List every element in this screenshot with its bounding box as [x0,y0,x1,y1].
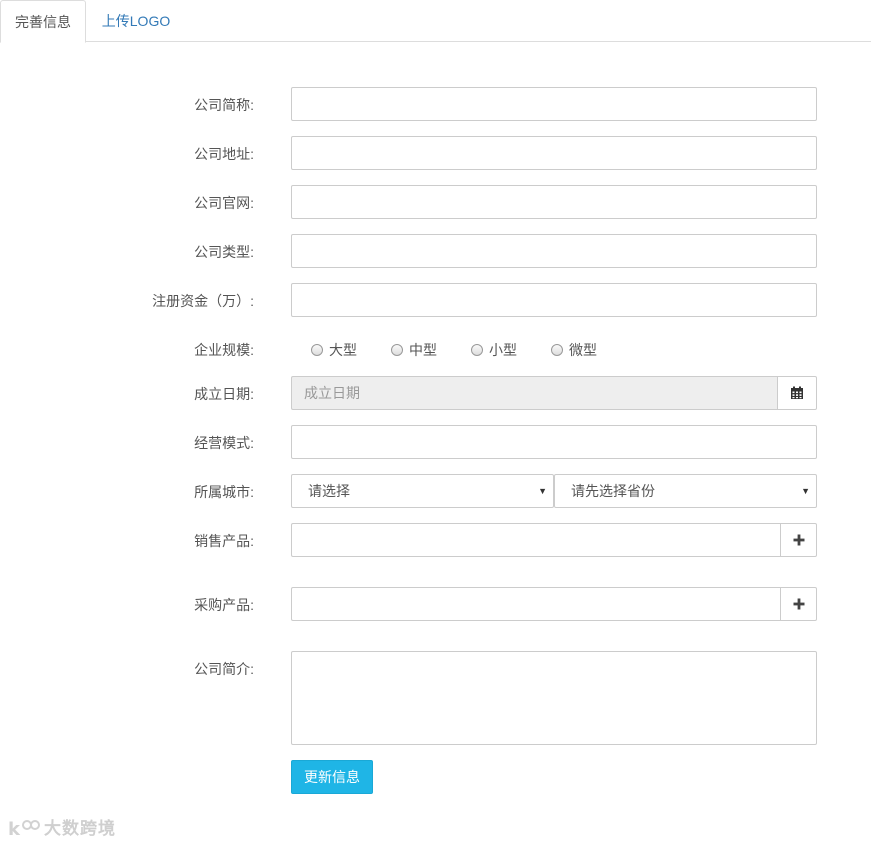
sell-products-group [291,523,817,557]
founded-date-input[interactable]: 成立日期 [291,376,778,410]
watermark-text: 大数跨境 [44,819,116,838]
founded-date-group: 成立日期 [291,376,817,410]
add-sell-product-button[interactable] [780,523,817,557]
tab-bar: 完善信息 上传LOGO [0,0,871,43]
buy-products-group [291,587,817,621]
city-select[interactable]: 请先选择省份 ▼ [554,474,817,508]
calendar-icon [791,386,803,399]
website-input[interactable] [291,185,817,219]
business-model-label: 经营模式: [194,435,254,451]
province-select[interactable]: 请选择 ▼ [291,474,554,508]
watermark: k 大数跨境 [8,814,116,839]
plus-icon [793,598,804,610]
province-select-value: 请选择 [308,483,350,499]
city-select-value: 请先选择省份 [571,483,655,499]
capital-input[interactable] [291,283,817,317]
tab-complete-info[interactable]: 完善信息 [0,0,86,43]
buy-products-label: 采购产品: [194,597,254,613]
scale-option-medium[interactable]: 中型 [391,340,437,360]
scale-radio-group: 大型 中型 小型 微型 [311,340,631,360]
caret-down-icon: ▼ [538,486,547,496]
company-type-label: 公司类型: [194,244,254,260]
watermark-logo-icon: k [8,819,40,838]
sell-products-input[interactable] [291,523,781,557]
scale-label: 企业规模: [194,342,254,358]
company-type-input[interactable] [291,234,817,268]
caret-down-icon: ▼ [801,486,810,496]
calendar-button[interactable] [777,376,817,410]
plus-icon [793,534,804,546]
radio-label: 小型 [489,342,517,358]
founded-date-label: 成立日期: [194,386,254,402]
radio-label: 大型 [329,342,357,358]
intro-label: 公司简介: [194,661,254,677]
city-label: 所属城市: [194,484,254,500]
tab-upload-logo[interactable]: 上传LOGO [86,0,186,42]
radio-label: 微型 [569,342,597,358]
radio-circle-icon[interactable] [471,344,483,356]
update-info-button[interactable]: 更新信息 [291,760,373,794]
intro-textarea[interactable] [291,651,817,745]
radio-circle-icon[interactable] [311,344,323,356]
business-model-input[interactable] [291,425,817,459]
address-input[interactable] [291,136,817,170]
scale-option-small[interactable]: 小型 [471,340,517,360]
buy-products-input[interactable] [291,587,781,621]
add-buy-product-button[interactable] [780,587,817,621]
svg-text:k: k [8,819,21,838]
scale-option-large[interactable]: 大型 [311,340,357,360]
radio-label: 中型 [409,342,437,358]
scale-option-micro[interactable]: 微型 [551,340,597,360]
radio-circle-icon[interactable] [391,344,403,356]
website-label: 公司官网: [194,195,254,211]
address-label: 公司地址: [194,146,254,162]
radio-circle-icon[interactable] [551,344,563,356]
short-name-input[interactable] [291,87,817,121]
sell-products-label: 销售产品: [194,533,254,549]
capital-label: 注册资金（万）: [152,293,254,309]
short-name-label: 公司简称: [194,97,254,113]
